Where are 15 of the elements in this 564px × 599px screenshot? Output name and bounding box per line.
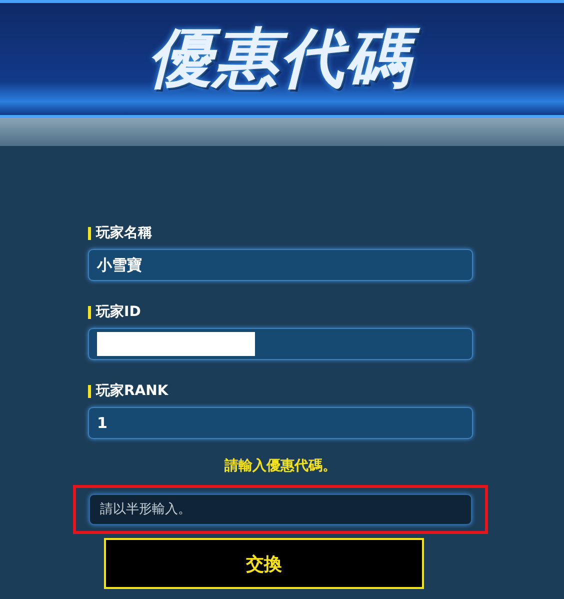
code-input[interactable]: 請以半形輸入。	[89, 494, 472, 525]
label-marker	[88, 306, 91, 318]
label-marker	[88, 226, 91, 240]
field-value: 1	[97, 414, 108, 432]
label-marker	[88, 384, 91, 398]
page-title: 優惠代碼	[138, 19, 426, 99]
field-label: 玩家名稱	[96, 224, 152, 242]
field-label: 玩家ID	[96, 303, 141, 321]
field-label: 玩家RANK	[96, 382, 168, 400]
exchange-button[interactable]: 交換	[104, 538, 424, 589]
input-field[interactable]	[88, 328, 473, 360]
field-value: 小雪寶	[97, 256, 142, 274]
input-field[interactable]: 小雪寶	[88, 249, 473, 281]
input-field[interactable]: 1	[88, 407, 473, 439]
prompt-text: 請輸入優惠代碼。	[224, 457, 336, 475]
